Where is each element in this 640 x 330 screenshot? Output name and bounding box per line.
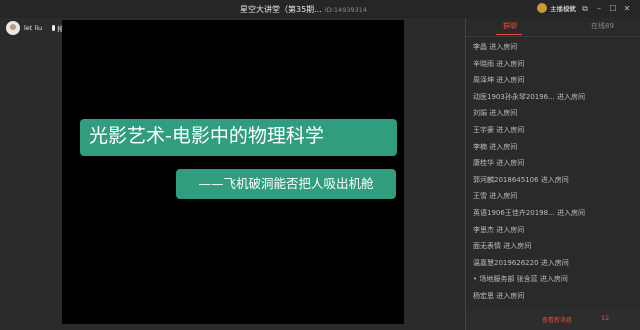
- chat-list[interactable]: 李晶 进入房间 辛晓雨 进入房间 周泽坤 进入房间 动医1903孙永琴20196…: [473, 39, 636, 305]
- bullet-icon: •: [473, 275, 478, 284]
- list-item: 王雪 进入房间: [473, 192, 518, 201]
- microphone-icon: [52, 25, 56, 31]
- room-id: ID:14939314: [324, 6, 368, 14]
- list-item: 周泽坤 进入房间: [473, 76, 525, 85]
- list-item: 辛晓雨 进入房间: [473, 59, 525, 68]
- popout-icon[interactable]: ⧉: [580, 4, 590, 14]
- chat-panel: 群聊 在线89 李晶 进入房间 辛晓雨 进入房间 周泽坤 进入房间 动医1903…: [466, 18, 640, 330]
- slide-subtitle: ——飞机破洞能否把人吸出机舱: [176, 169, 396, 199]
- video-area[interactable]: 光影艺术-电影中的物理科学 ——飞机破洞能否把人吸出机舱: [62, 20, 404, 324]
- minimize-icon[interactable]: –: [594, 4, 604, 14]
- list-item: 郭河麟2018645106 进入房间: [473, 175, 569, 184]
- panel-tabs: 群聊 在线89: [466, 18, 640, 37]
- tab-group-chat[interactable]: 群聊: [503, 21, 517, 31]
- username: let liu: [24, 24, 43, 32]
- list-item: 温嘉慧2019626220 进入房间: [473, 258, 569, 267]
- camera-icon: [537, 3, 547, 13]
- title-bar: 星空大讲堂（第35期... ID:14939314 主播模式 ⚙ ⧉ – ☐ ✕: [0, 0, 640, 18]
- user-info: let liu 排麦: [6, 21, 70, 35]
- list-item: 动医1903孙永琴20196... 进入房间: [473, 92, 585, 101]
- list-item: 面无表情 进入房间: [473, 242, 532, 251]
- list-item: 李楠 进入房间: [473, 142, 518, 151]
- close-icon[interactable]: ✕: [622, 4, 632, 14]
- list-item: 英语1906王佳卉20198... 进入房间: [473, 208, 585, 217]
- new-message-bar: 查看新消息 12: [466, 310, 640, 330]
- list-item: 王宇豪 进入房间: [473, 125, 525, 134]
- list-item: 李思杰 进入房间: [473, 225, 525, 234]
- maximize-icon[interactable]: ☐: [608, 4, 618, 14]
- course-title: 星空大讲堂（第35期...: [240, 5, 322, 14]
- message-count-badge: 12: [601, 314, 610, 322]
- settings-icon[interactable]: ⚙: [567, 4, 577, 14]
- list-item: 李晶 进入房间: [473, 43, 518, 51]
- tab-online[interactable]: 在线89: [591, 21, 614, 31]
- view-new-messages-link[interactable]: 查看新消息: [542, 315, 572, 324]
- list-item: 康桂华 进入房间: [473, 159, 525, 168]
- list-item: • 场地服务部 张含蕊 进入房间: [473, 275, 568, 284]
- avatar[interactable]: [6, 21, 20, 35]
- list-item: 刘娟 进入房间: [473, 109, 518, 118]
- slide-title: 光影艺术-电影中的物理科学: [80, 119, 397, 156]
- active-tab-indicator: [496, 34, 522, 35]
- window-title: 星空大讲堂（第35期... ID:14939314: [240, 4, 367, 15]
- list-item: 杨宏恩 进入房间: [473, 291, 525, 300]
